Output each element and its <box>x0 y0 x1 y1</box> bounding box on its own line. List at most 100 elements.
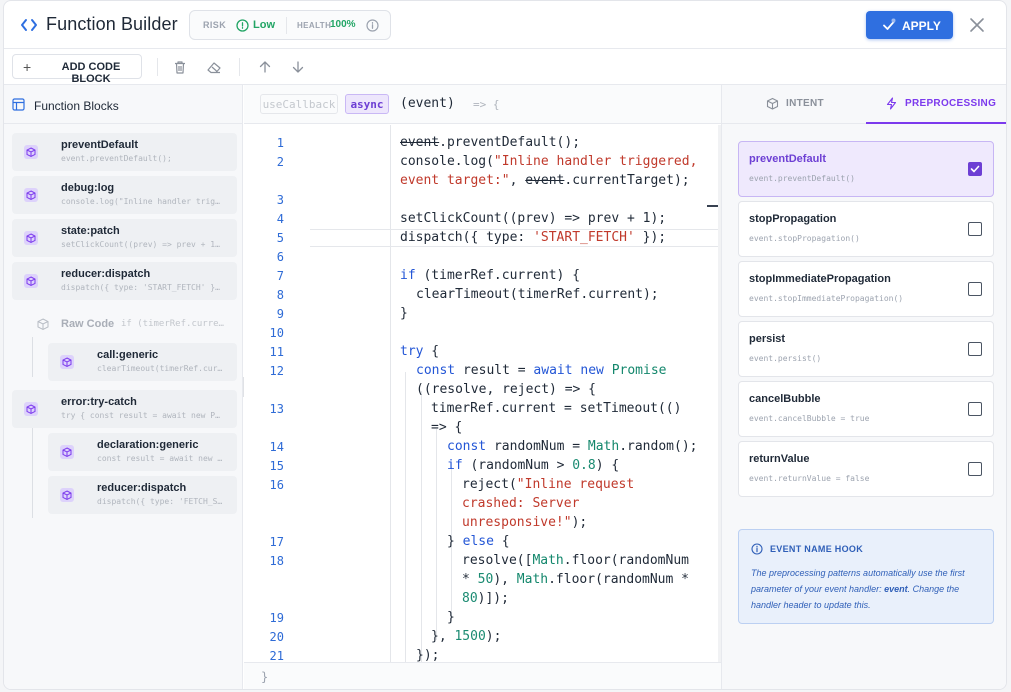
tab-intent-label: INTENT <box>786 98 824 109</box>
line-number: 11 <box>269 345 284 359</box>
option-cancel-bubble[interactable]: cancelBubble event.cancelBubble = true <box>738 381 994 437</box>
line-number: 20 <box>269 630 284 644</box>
add-code-block-button[interactable]: + ADD CODE BLOCK <box>12 54 142 85</box>
option-checkbox[interactable] <box>968 462 982 476</box>
block-raw-code[interactable]: Raw Code if (timerRef.curre… <box>12 313 237 335</box>
tree-guide <box>32 428 33 518</box>
option-checkbox[interactable] <box>968 162 982 176</box>
line-number: 3 <box>276 193 284 207</box>
block-code: console.log("Inline handler trig… <box>61 197 220 206</box>
block-name: reducer:dispatch <box>61 268 151 280</box>
handler-params[interactable]: (event) <box>400 96 455 111</box>
option-code: event.cancelBubble = true <box>749 414 870 423</box>
info-icon[interactable] <box>366 19 379 32</box>
trash-icon[interactable] <box>172 59 188 75</box>
block-prevent-default[interactable]: preventDefault event.preventDefault(); <box>12 133 237 171</box>
option-checkbox[interactable] <box>968 342 982 356</box>
check-icon <box>970 165 980 173</box>
block-name: preventDefault <box>61 139 139 151</box>
code-line: 80)]); <box>462 591 509 606</box>
line-number: 17 <box>269 535 284 549</box>
apply-label: APPLY <box>902 19 941 33</box>
block-name: declaration:generic <box>97 439 199 451</box>
option-prevent-default[interactable]: preventDefault event.preventDefault() <box>738 141 994 197</box>
option-code: event.persist() <box>749 354 822 363</box>
option-code: event.stopPropagation() <box>749 234 860 243</box>
code-line: if (randomNum > 0.8) { <box>447 458 620 473</box>
line-number: 19 <box>269 611 284 625</box>
eraser-icon[interactable] <box>206 59 222 75</box>
line-number: 4 <box>276 212 284 226</box>
block-reducer-dispatch[interactable]: reducer:dispatch dispatch({ type: 'START… <box>12 262 237 300</box>
async-toggle[interactable]: async <box>345 94 389 114</box>
block-call-generic[interactable]: call:generic clearTimeout(timerRef.cur… <box>48 343 237 381</box>
line-number: 9 <box>276 307 284 321</box>
option-name: stopPropagation <box>749 213 837 225</box>
option-code: event.preventDefault() <box>749 174 855 183</box>
code-line: clearTimeout(timerRef.current); <box>416 287 659 302</box>
code-line: } <box>400 306 408 321</box>
toolbar-divider <box>239 58 240 76</box>
function-blocks-header: Function Blocks <box>4 85 243 124</box>
cube-icon <box>766 97 779 110</box>
block-name: reducer:dispatch <box>97 482 187 494</box>
code-line: crashed: Server <box>462 496 580 511</box>
option-persist[interactable]: persist event.persist() <box>738 321 994 377</box>
block-state-patch[interactable]: state:patch setClickCount((prev) => prev… <box>12 219 237 257</box>
block-reducer-dispatch-2[interactable]: reducer:dispatch dispatch({ type: 'FETCH… <box>48 476 237 514</box>
code-area[interactable]: 1 2 3 4 5 6 7 8 9 10 11 12 13 14 15 16 1… <box>244 125 721 662</box>
code-line: }, 1500); <box>431 629 502 644</box>
line-number: 13 <box>269 402 284 416</box>
health-label: HEALTH <box>297 21 332 30</box>
handler-signature: useCallback async (event) => { <box>244 85 721 124</box>
hook-title: EVENT NAME HOOK <box>770 544 864 554</box>
line-number: 1 <box>276 136 284 150</box>
block-code: dispatch({ type: 'START_FETCH' }… <box>61 283 220 292</box>
line-number: 6 <box>276 250 284 264</box>
block-code: clearTimeout(timerRef.cur… <box>97 364 223 373</box>
option-stop-immediate-propagation[interactable]: stopImmediatePropagation event.stopImmed… <box>738 261 994 317</box>
cube-icon <box>37 318 49 331</box>
option-checkbox[interactable] <box>968 402 982 416</box>
code-line: ((resolve, reject) => { <box>416 382 597 397</box>
block-name: Raw Code <box>61 318 115 330</box>
option-stop-propagation[interactable]: stopPropagation event.stopPropagation() <box>738 201 994 257</box>
use-callback-toggle[interactable]: useCallback <box>260 94 338 114</box>
code-line: } <box>447 610 455 625</box>
cube-icon <box>24 145 38 159</box>
code-editor-panel: useCallback async (event) => { 1 2 3 4 5… <box>244 85 721 689</box>
cube-icon <box>24 274 38 288</box>
block-name: debug:log <box>61 182 115 194</box>
code-line: if (timerRef.current) { <box>400 268 581 283</box>
code-line: } else { <box>447 534 510 549</box>
close-icon[interactable] <box>967 15 987 35</box>
settings-panel: INTENT PREPROCESSING preventDefault even… <box>721 85 1006 689</box>
option-checkbox[interactable] <box>968 282 982 296</box>
tab-preprocessing[interactable]: PREPROCESSING <box>866 85 1006 124</box>
apply-button[interactable]: APPLY <box>866 11 953 39</box>
line-number: 2 <box>276 155 284 169</box>
line-number: 10 <box>269 326 284 340</box>
block-code: if (timerRef.curre… <box>121 319 224 329</box>
hook-text: The preprocessing patterns automatically… <box>751 568 965 610</box>
block-code: try { const result = await new P… <box>61 411 220 420</box>
option-checkbox[interactable] <box>968 222 982 236</box>
divider <box>286 17 287 34</box>
arrow-down-icon[interactable] <box>290 59 306 75</box>
line-number: 16 <box>269 478 284 492</box>
block-debug-log[interactable]: debug:log console.log("Inline handler tr… <box>12 176 237 214</box>
info-icon <box>751 543 763 555</box>
risk-value: Low <box>253 19 275 31</box>
cube-icon <box>24 188 38 202</box>
cube-icon <box>60 445 74 459</box>
arrow-up-icon[interactable] <box>257 59 273 75</box>
line-number: 8 <box>276 288 284 302</box>
cube-icon <box>60 355 74 369</box>
health-value: 100% <box>330 19 356 30</box>
option-return-value[interactable]: returnValue event.returnValue = false <box>738 441 994 497</box>
block-error-try-catch[interactable]: error:try-catch try { const result = awa… <box>12 390 237 428</box>
block-name: error:try-catch <box>61 396 137 408</box>
block-declaration-generic[interactable]: declaration:generic const result = await… <box>48 433 237 471</box>
code-line: setClickCount((prev) => prev + 1); <box>400 211 667 226</box>
tab-intent[interactable]: INTENT <box>722 85 865 124</box>
